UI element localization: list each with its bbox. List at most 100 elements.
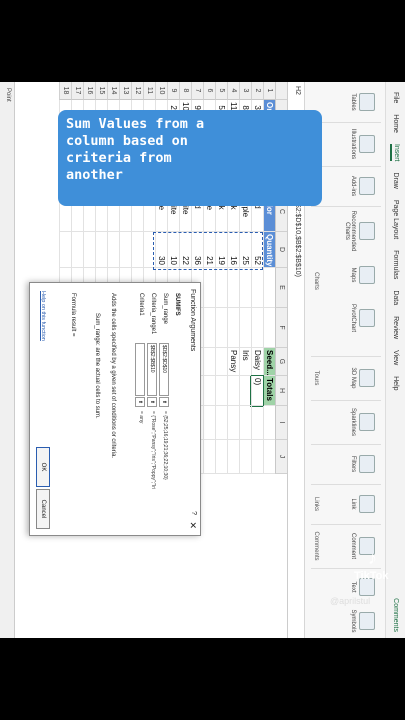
tab-insert[interactable]: Insert [390, 143, 401, 162]
help-question-icon[interactable]: ? [190, 511, 197, 515]
empty-cell[interactable] [251, 308, 263, 348]
empty-cell[interactable] [263, 440, 275, 474]
empty-cell[interactable] [71, 232, 83, 268]
empty-cell[interactable] [203, 268, 215, 308]
empty-cell[interactable] [95, 232, 107, 268]
empty-cell[interactable] [239, 406, 251, 440]
empty-cell[interactable] [203, 376, 215, 406]
tab-help[interactable]: Help [392, 376, 399, 390]
totals-header-cell[interactable]: Seed... [263, 348, 275, 376]
totals-value-cell[interactable] [239, 376, 251, 406]
empty-cell[interactable] [239, 308, 251, 348]
table-cell[interactable]: 25 [239, 232, 251, 268]
row-header[interactable]: 15 [95, 82, 107, 100]
empty-cell[interactable] [227, 308, 239, 348]
table-cell[interactable]: 30 [155, 232, 167, 268]
table-cell[interactable]: 52 [251, 232, 263, 268]
row-header[interactable]: 7 [191, 82, 203, 100]
tab-data[interactable]: Data [392, 290, 399, 305]
empty-cell[interactable] [59, 232, 71, 268]
empty-cell[interactable] [203, 308, 215, 348]
column-header[interactable]: I [275, 406, 287, 440]
empty-cell[interactable] [263, 268, 275, 308]
tab-draw[interactable]: Draw [392, 172, 399, 188]
sum-range-input[interactable]: $D$2:$D$10 [159, 343, 169, 396]
table-cell[interactable]: 22 [179, 232, 191, 268]
table-cell[interactable]: 19 [215, 232, 227, 268]
collapse-icon[interactable]: ⬆ [135, 397, 145, 407]
column-header[interactable]: J [275, 440, 287, 474]
empty-cell[interactable] [215, 440, 227, 474]
comments-button[interactable]: Comments [392, 598, 399, 632]
column-header[interactable]: E [275, 268, 287, 308]
empty-cell[interactable] [251, 268, 263, 308]
collapse-icon[interactable]: ⬆ [147, 397, 157, 407]
row-header[interactable]: 11 [143, 82, 155, 100]
totals-header-cell[interactable]: Totals [263, 376, 275, 406]
row-header[interactable]: 9 [167, 82, 179, 100]
row-header[interactable]: 13 [119, 82, 131, 100]
row-header[interactable]: 5 [215, 82, 227, 100]
addins-button[interactable]: Add-ins [350, 169, 375, 203]
select-all-corner[interactable] [275, 82, 287, 100]
column-header[interactable]: G [275, 348, 287, 376]
totals-seed-cell[interactable]: Pansy [227, 348, 239, 376]
ok-button[interactable]: OK [36, 447, 50, 487]
empty-cell[interactable] [251, 440, 263, 474]
illustrations-button[interactable]: Illustrations [350, 127, 375, 161]
column-header[interactable]: H [275, 376, 287, 406]
tab-page-layout[interactable]: Page Layout [392, 200, 399, 239]
empty-cell[interactable] [263, 406, 275, 440]
3d-map-button[interactable]: 3D Map [350, 361, 375, 395]
row-header[interactable]: 8 [179, 82, 191, 100]
empty-cell[interactable] [107, 232, 119, 268]
empty-cell[interactable] [215, 376, 227, 406]
empty-cell[interactable] [119, 232, 131, 268]
empty-cell[interactable] [239, 268, 251, 308]
tab-file[interactable]: File [392, 92, 399, 103]
sparklines-button[interactable]: Sparklines [350, 405, 375, 439]
row-header[interactable]: 2 [251, 82, 263, 100]
empty-cell[interactable] [227, 440, 239, 474]
totals-seed-cell[interactable]: Daisy [251, 348, 263, 376]
filters-button[interactable]: Filters [350, 447, 375, 481]
empty-cell[interactable] [203, 348, 215, 376]
empty-cell[interactable] [131, 232, 143, 268]
pivotchart-button[interactable]: PivotChart [350, 296, 375, 340]
collapse-icon[interactable]: ⬆ [159, 397, 169, 407]
empty-cell[interactable] [203, 406, 215, 440]
totals-value-cell[interactable]: 0) [250, 373, 264, 409]
empty-cell[interactable] [263, 308, 275, 348]
criteria-range1-input[interactable]: $B$2:$B$10 [147, 343, 157, 396]
tables-button[interactable]: Tables [350, 85, 375, 119]
row-header[interactable]: 12 [131, 82, 143, 100]
row-header[interactable]: 4 [227, 82, 239, 100]
row-header[interactable]: 1 [263, 82, 275, 100]
tab-view[interactable]: View [392, 350, 399, 365]
empty-cell[interactable] [215, 406, 227, 440]
table-header-cell[interactable]: Quantity [263, 232, 275, 268]
totals-value-cell[interactable] [227, 376, 239, 406]
empty-cell[interactable] [203, 440, 215, 474]
tab-review[interactable]: Review [392, 316, 399, 339]
empty-cell[interactable] [143, 232, 155, 268]
table-cell[interactable]: 16 [227, 232, 239, 268]
close-icon[interactable]: ✕ [187, 521, 198, 529]
tab-home[interactable]: Home [392, 114, 399, 133]
empty-cell[interactable] [227, 406, 239, 440]
totals-seed-cell[interactable]: Iris [239, 348, 251, 376]
criteria1-input[interactable] [135, 343, 145, 396]
cancel-button[interactable]: Cancel [36, 489, 50, 529]
symbols-button[interactable]: Symbols [350, 604, 375, 638]
link-button[interactable]: Link [350, 487, 375, 521]
empty-cell[interactable] [251, 406, 263, 440]
column-header[interactable]: D [275, 232, 287, 268]
empty-cell[interactable] [215, 348, 227, 376]
table-cell[interactable]: 10 [167, 232, 179, 268]
tab-formulas[interactable]: Formulas [392, 250, 399, 279]
empty-cell[interactable] [215, 308, 227, 348]
empty-cell[interactable] [227, 268, 239, 308]
row-header[interactable]: 14 [107, 82, 119, 100]
help-link[interactable]: Help on this function [40, 291, 46, 341]
empty-cell[interactable] [83, 232, 95, 268]
